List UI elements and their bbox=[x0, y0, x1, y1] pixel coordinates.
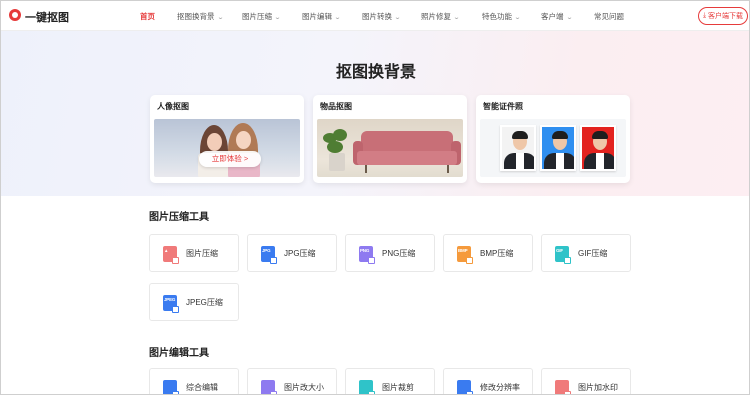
jpeg-file-icon: JPEG bbox=[163, 295, 179, 313]
brand-logo-icon[interactable] bbox=[9, 9, 21, 21]
edit-section-title: 图片编辑工具 bbox=[149, 348, 209, 359]
brand-name[interactable]: 一键抠图 bbox=[25, 9, 69, 25]
tool-gif-compress[interactable]: GIF GIF压缩 bbox=[541, 234, 631, 272]
portrait-matting-card[interactable]: 人像抠图 立即体验 > bbox=[150, 95, 304, 183]
bmp-file-icon: BMP bbox=[457, 246, 473, 264]
nav-featured[interactable]: 特色功能 ⌄ bbox=[482, 11, 522, 22]
chevron-down-icon: ⌄ bbox=[513, 15, 522, 21]
client-download-button[interactable]: ⤓ 客户端下载 bbox=[698, 7, 748, 25]
card-title: 物品抠图 bbox=[320, 102, 352, 111]
sofa-sample-image bbox=[317, 119, 463, 177]
nav-image-edit[interactable]: 图片编辑 ⌄ bbox=[302, 11, 342, 22]
nav-faq[interactable]: 常见问题 bbox=[594, 11, 624, 22]
id-photo-sample-image bbox=[480, 119, 626, 177]
card-title: 智能证件照 bbox=[483, 102, 523, 111]
nav-image-convert[interactable]: 图片转换 ⌄ bbox=[362, 11, 402, 22]
watermark-icon bbox=[555, 380, 571, 394]
png-file-icon: PNG bbox=[359, 246, 375, 264]
tool-comprehensive-edit[interactable]: 综合编辑 bbox=[149, 368, 239, 394]
page-frame: 一键抠图 首页 抠图换背景 ⌄ 图片压缩 ⌄ 图片编辑 ⌄ 图片转换 ⌄ 照片修复 ⌄ 特… bbox=[0, 0, 750, 395]
chevron-down-icon: ⌄ bbox=[452, 15, 461, 21]
portrait-sample-image: 立即体验 > bbox=[154, 119, 300, 177]
nav-matting-background[interactable]: 抠图换背景 ⌄ bbox=[177, 11, 224, 22]
nav-home[interactable]: 首页 bbox=[140, 11, 155, 22]
tool-bmp-compress[interactable]: BMP BMP压缩 bbox=[443, 234, 533, 272]
card-title: 人像抠图 bbox=[157, 102, 189, 111]
nav-client[interactable]: 客户端 ⌄ bbox=[541, 11, 573, 22]
chevron-down-icon: ⌄ bbox=[216, 15, 224, 21]
image-compress-icon: ▲ bbox=[163, 246, 179, 264]
tool-png-compress[interactable]: PNG PNG压缩 bbox=[345, 234, 435, 272]
download-icon: ⤓ bbox=[702, 12, 707, 19]
crop-icon bbox=[359, 380, 375, 394]
top-navigation-bar: 一键抠图 首页 抠图换背景 ⌄ 图片压缩 ⌄ 图片编辑 ⌄ 图片转换 ⌄ 照片修复 ⌄ 特… bbox=[1, 1, 749, 31]
chevron-down-icon: ⌄ bbox=[273, 15, 282, 21]
tool-image-compress[interactable]: ▲ 图片压缩 bbox=[149, 234, 239, 272]
jpg-file-icon: JPG bbox=[261, 246, 277, 264]
object-matting-card[interactable]: 物品抠图 bbox=[313, 95, 467, 183]
chevron-down-icon: ⌄ bbox=[393, 15, 402, 21]
nav-photo-repair[interactable]: 照片修复 ⌄ bbox=[421, 11, 461, 22]
chevron-down-icon: ⌄ bbox=[333, 15, 342, 21]
tool-resize[interactable]: 图片改大小 bbox=[247, 368, 337, 394]
try-now-button[interactable]: 立即体验 > bbox=[199, 151, 261, 167]
tool-crop[interactable]: 图片裁剪 bbox=[345, 368, 435, 394]
tool-watermark[interactable]: 图片加水印 bbox=[541, 368, 631, 394]
gif-file-icon: GIF bbox=[555, 246, 571, 264]
tool-jpg-compress[interactable]: JPG JPG压缩 bbox=[247, 234, 337, 272]
hero-title: 抠图换背景 bbox=[335, 64, 416, 81]
image-edit-icon bbox=[163, 380, 179, 394]
chevron-down-icon: ⌄ bbox=[565, 15, 573, 21]
compress-section-title: 图片压缩工具 bbox=[149, 212, 209, 223]
tool-resolution[interactable]: 修改分辨率 bbox=[443, 368, 533, 394]
nav-image-compress[interactable]: 图片压缩 ⌄ bbox=[242, 11, 282, 22]
tool-jpeg-compress[interactable]: JPEG JPEG压缩 bbox=[149, 283, 239, 321]
smart-id-photo-card[interactable]: 智能证件照 bbox=[476, 95, 630, 183]
resize-icon bbox=[261, 380, 277, 394]
resolution-icon bbox=[457, 380, 473, 394]
